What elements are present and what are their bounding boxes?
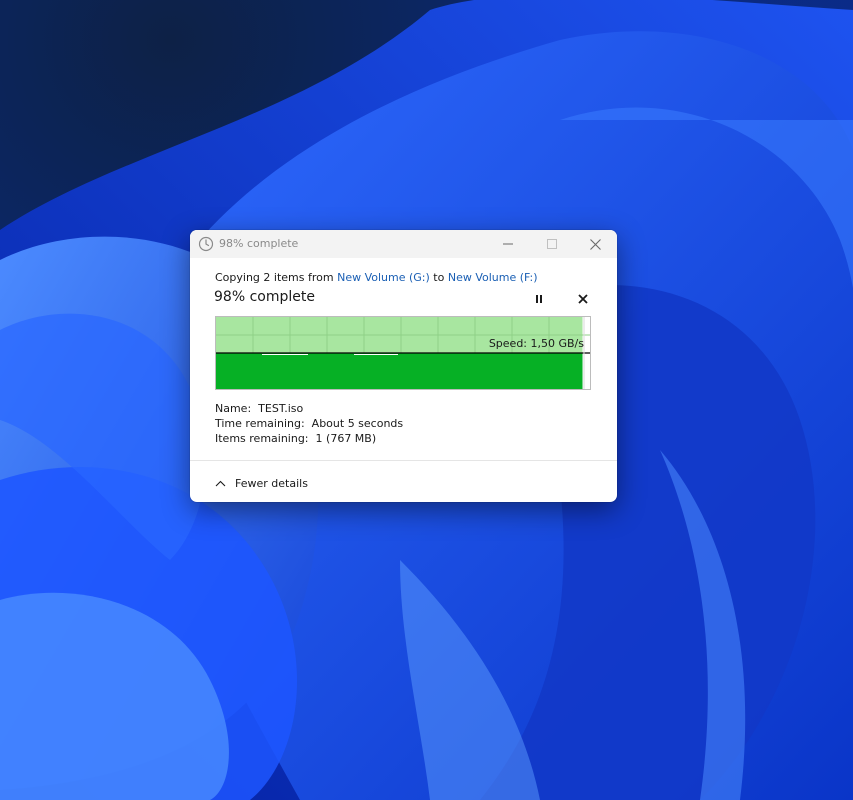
footer-divider: [190, 460, 617, 461]
detail-items-value: 1 (767 MB): [315, 432, 377, 445]
detail-name: Name: TEST.iso: [215, 402, 303, 415]
detail-time: Time remaining: About 5 seconds: [215, 417, 403, 430]
copy-prefix: Copying 2 items from: [215, 271, 338, 284]
detail-items-label: Items remaining:: [215, 432, 309, 445]
maximize-icon: [547, 239, 557, 249]
maximize-button[interactable]: [530, 230, 574, 258]
speed-graph: Speed: 1,50 GB/s: [215, 316, 591, 390]
detail-name-label: Name:: [215, 402, 252, 415]
pause-button[interactable]: [529, 289, 549, 309]
pause-icon: [536, 295, 542, 303]
speed-graph-canvas: [216, 317, 590, 389]
speed-label: Speed: 1,50 GB/s: [488, 337, 584, 350]
close-window-button[interactable]: [573, 230, 617, 258]
progress-status: 98% complete: [214, 289, 315, 305]
chevron-up-icon: [215, 480, 226, 486]
source-link[interactable]: New Volume (G:): [337, 271, 430, 284]
window-title: 98% complete: [219, 237, 299, 250]
fewer-details-label: Fewer details: [235, 476, 308, 490]
close-icon: [578, 294, 588, 304]
detail-time-label: Time remaining:: [215, 417, 305, 430]
title-bar[interactable]: 98% complete: [190, 230, 617, 258]
destination-link[interactable]: New Volume (F:): [448, 271, 538, 284]
close-icon: [589, 238, 601, 250]
copy-middle: to: [429, 271, 448, 284]
detail-items: Items remaining: 1 (767 MB): [215, 432, 376, 445]
minimize-icon: [503, 243, 513, 245]
fewer-details-button[interactable]: Fewer details: [215, 473, 308, 493]
progress-fill-lower: [216, 353, 583, 389]
copy-description: Copying 2 items from New Volume (G:) to …: [215, 271, 538, 284]
cancel-button[interactable]: [573, 289, 593, 309]
minimize-button[interactable]: [486, 230, 530, 258]
detail-name-value: TEST.iso: [258, 402, 304, 415]
detail-time-value: About 5 seconds: [311, 417, 404, 430]
copy-progress-dialog: 98% complete Copying 2 items from New Vo…: [190, 230, 617, 502]
clock-icon: [198, 236, 214, 252]
